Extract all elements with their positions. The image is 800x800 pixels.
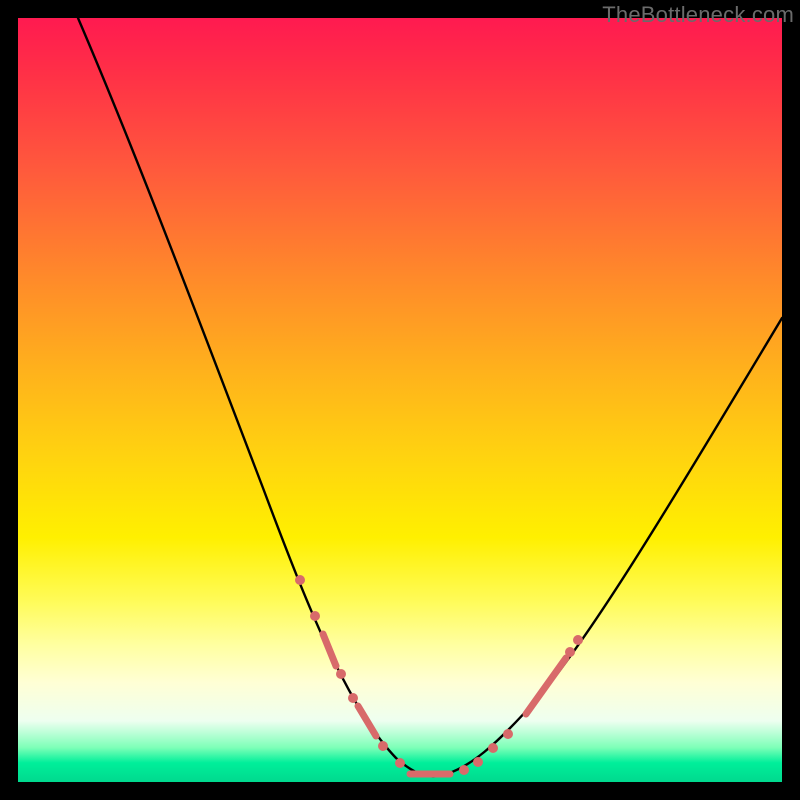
plot-frame [18,18,782,782]
watermark-text: TheBottleneck.com [602,2,794,28]
background-gradient [18,18,782,782]
